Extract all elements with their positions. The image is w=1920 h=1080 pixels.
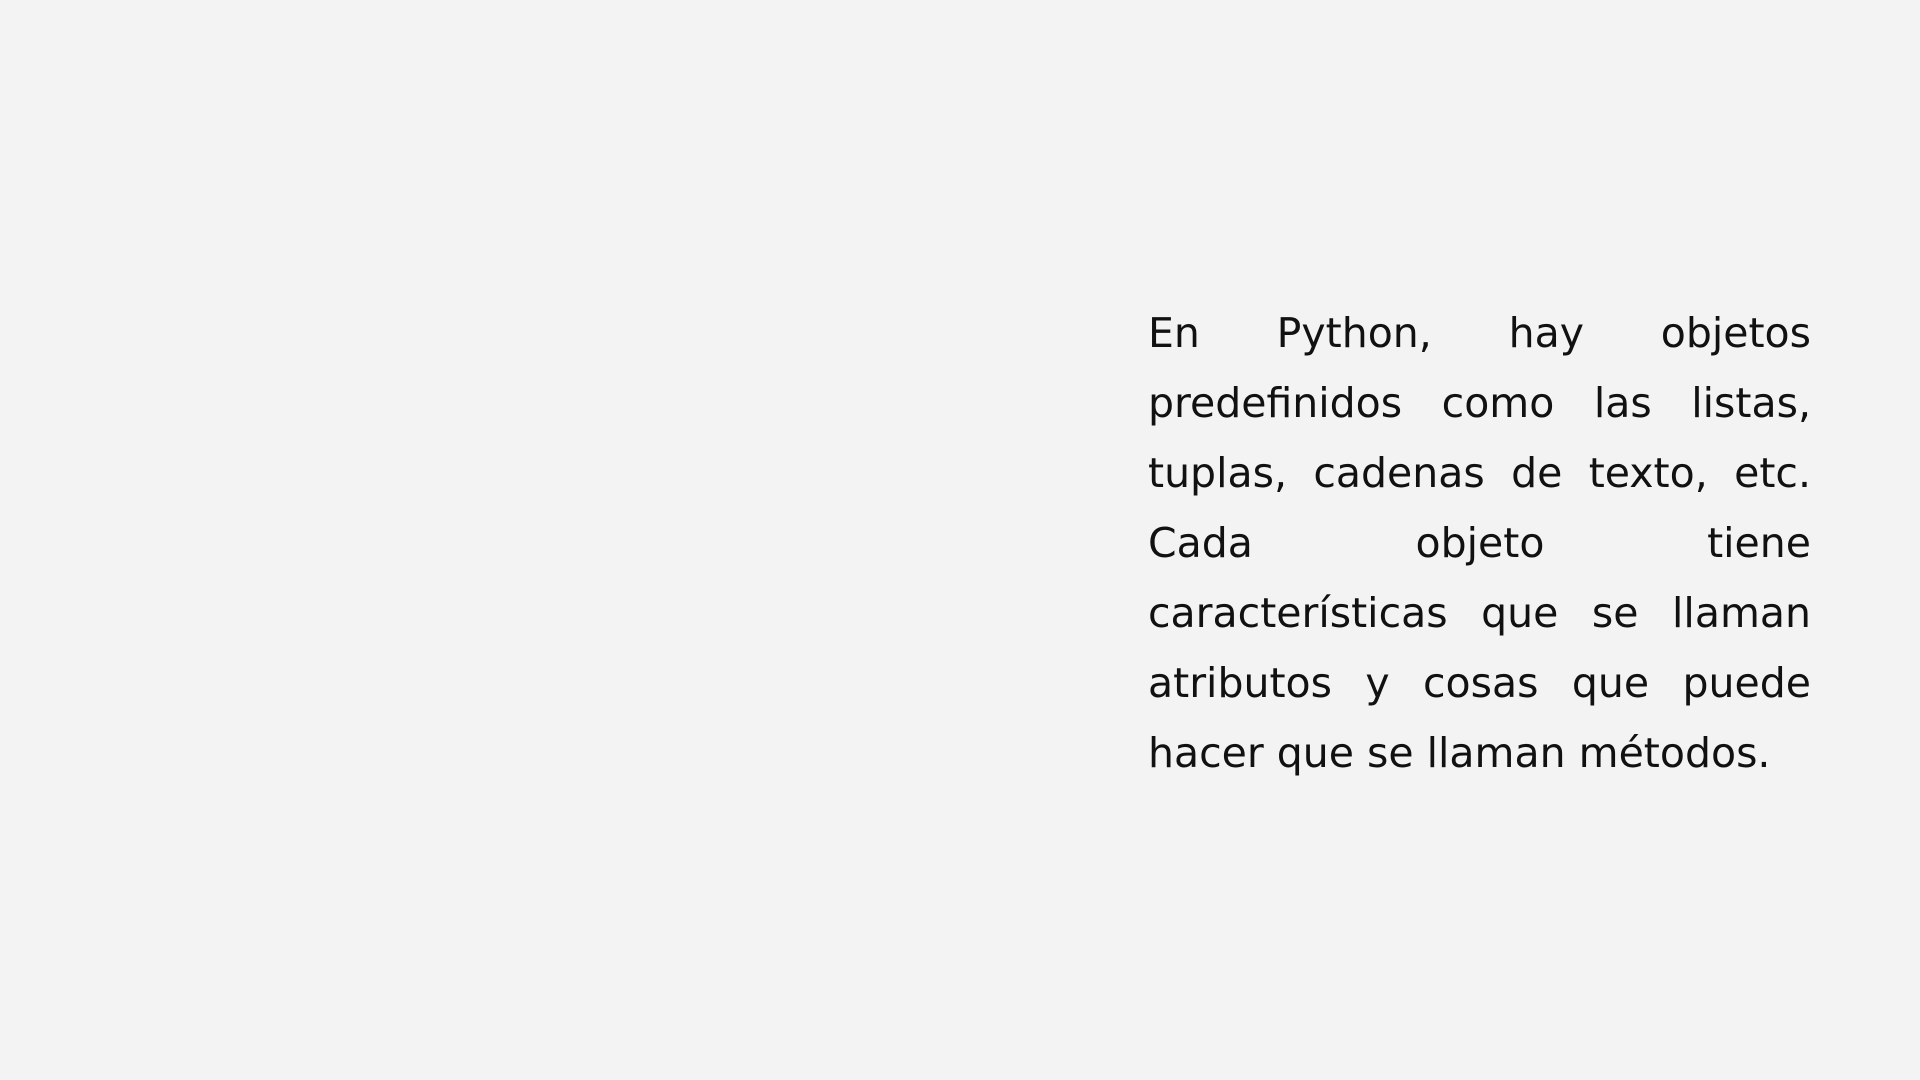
- paragraph-line-2: predefinidos como las listas,: [1148, 379, 1811, 427]
- paragraph-line-3: tuplas, cadenas de texto, etc.: [1148, 449, 1811, 497]
- paragraph-line-4: Cada objeto tiene: [1148, 519, 1811, 567]
- paragraph-line-6: atributos y cosas que puede: [1148, 659, 1811, 707]
- paragraph-line-1: En Python, hay objetos: [1148, 309, 1811, 357]
- paragraph-line-7: hacer que se llaman métodos.: [1148, 729, 1771, 777]
- paragraph-line-5: características que se llaman: [1148, 589, 1811, 637]
- slide: En Python, hay objetos predefinidos como…: [0, 0, 1920, 1080]
- paragraph: En Python, hay objetos predefinidos como…: [1148, 298, 1811, 788]
